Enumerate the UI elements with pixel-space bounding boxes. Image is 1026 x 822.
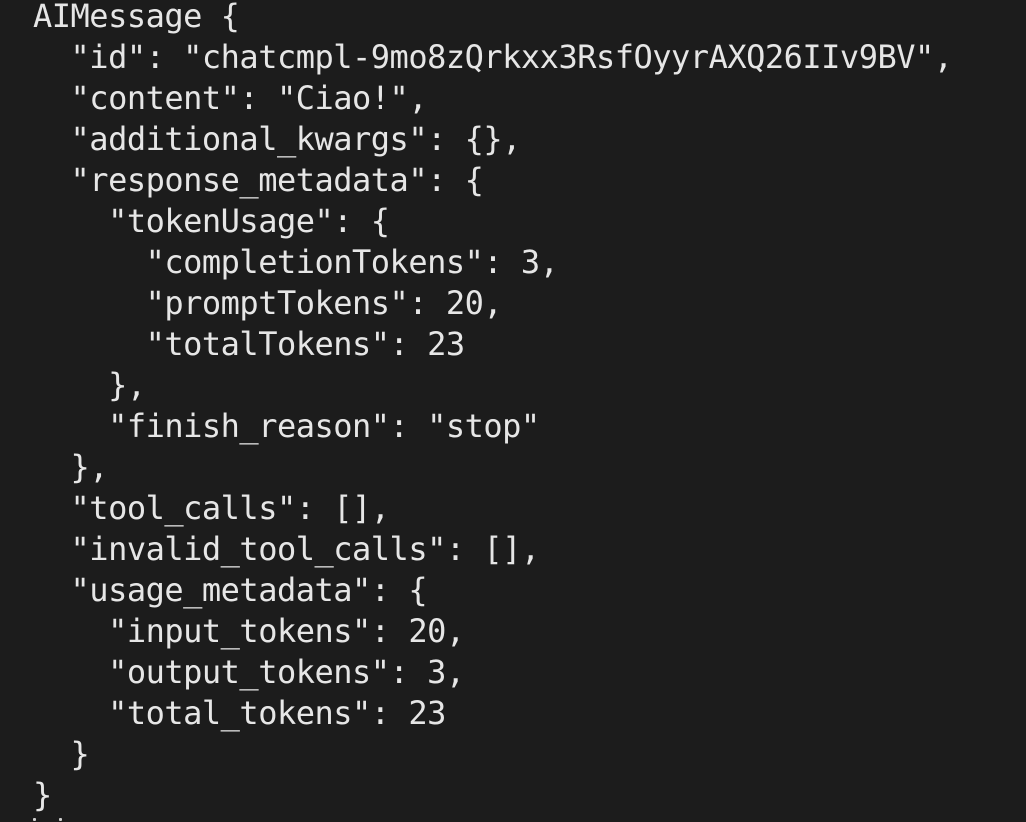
- cutoff-text-fragment: [33, 814, 67, 822]
- code-line: "additional_kwargs": {},: [33, 120, 522, 158]
- code-line: }: [33, 735, 90, 773]
- code-line: "input_tokens": 20,: [33, 612, 465, 650]
- code-line: "tokenUsage": {: [33, 202, 390, 240]
- code-line: },: [33, 366, 146, 404]
- code-line: "id": "chatcmpl-9mo8zQrkxx3RsfOyyrAXQ26I…: [33, 38, 953, 76]
- code-line: "output_tokens": 3,: [33, 653, 465, 691]
- code-line: "totalTokens": 23: [33, 325, 466, 363]
- code-line: }: [33, 776, 52, 814]
- code-line: "response_metadata": {: [33, 161, 484, 199]
- code-line: AIMessage {: [33, 0, 240, 35]
- code-line: "usage_metadata": {: [33, 571, 428, 609]
- code-line: "content": "Ciao!",: [33, 79, 428, 117]
- terminal-output: AIMessage { "id": "chatcmpl-9mo8zQrkxx3R…: [0, 0, 1026, 822]
- code-line: "promptTokens": 20,: [33, 284, 503, 322]
- code-block: AIMessage { "id": "chatcmpl-9mo8zQrkxx3R…: [33, 0, 953, 816]
- code-line: "tool_calls": [],: [33, 489, 391, 527]
- code-line: },: [33, 448, 109, 486]
- code-line: "invalid_tool_calls": [],: [33, 530, 541, 568]
- code-line: "finish_reason": "stop": [33, 407, 540, 445]
- code-line: "completionTokens": 3,: [33, 243, 559, 281]
- code-line: "total_tokens": 23: [33, 694, 446, 732]
